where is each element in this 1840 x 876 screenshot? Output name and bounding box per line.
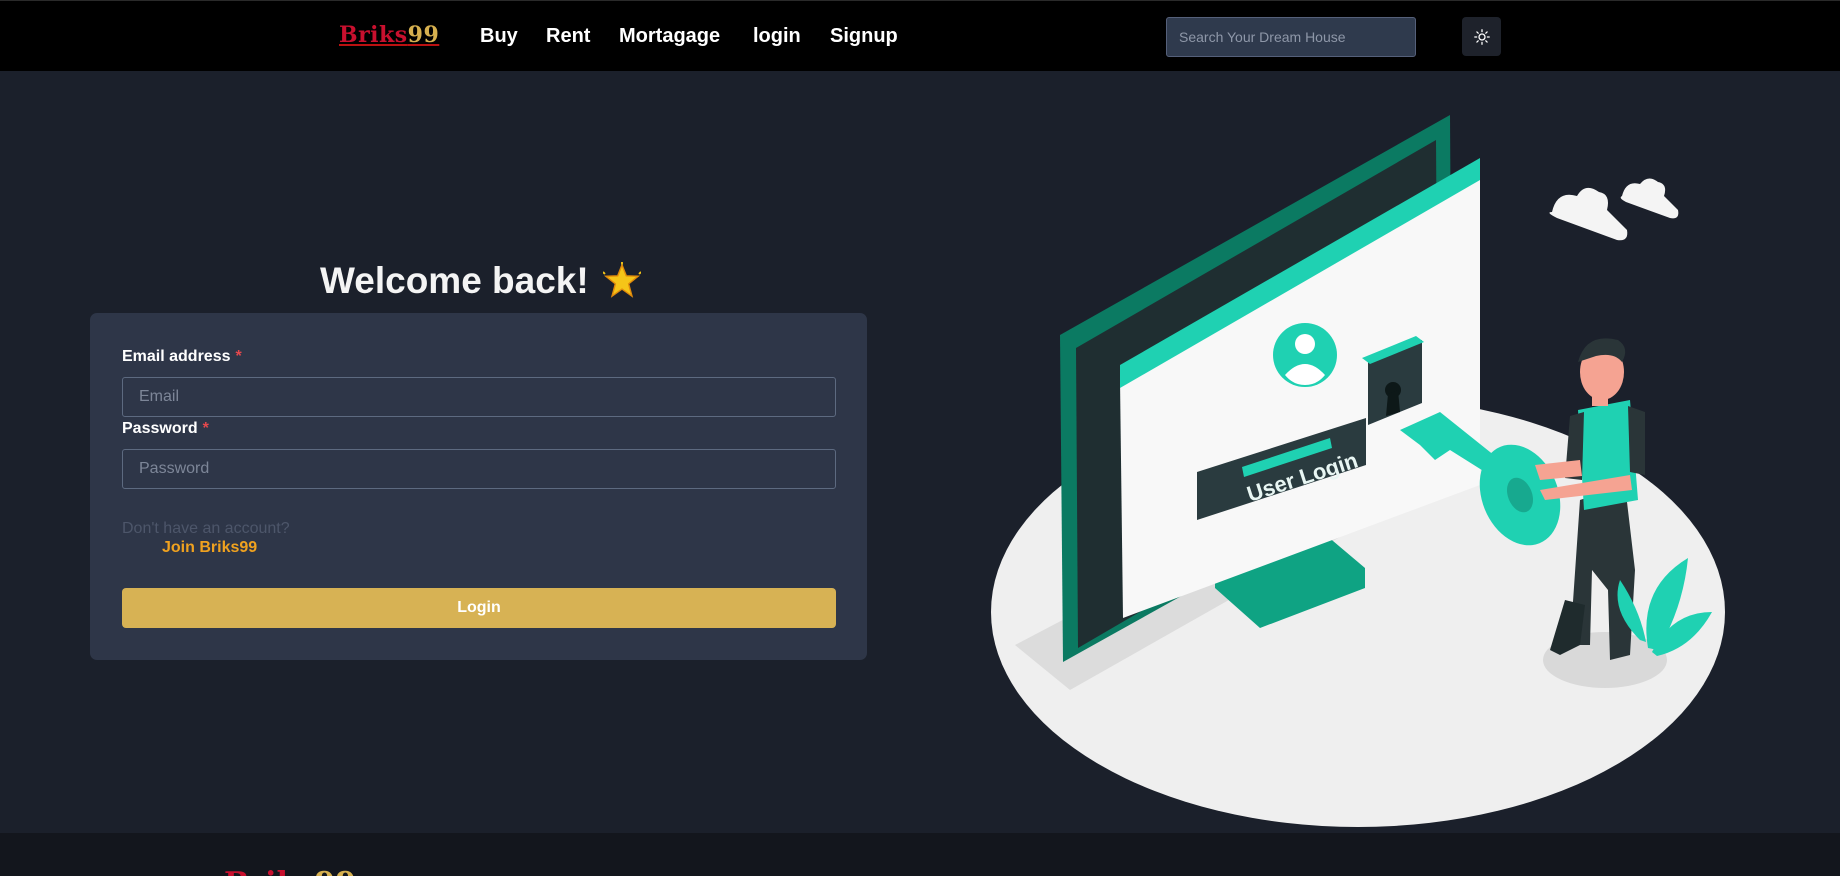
logo-text-gold: 99 xyxy=(407,22,440,48)
join-link[interactable]: Join Briks99 xyxy=(162,539,257,557)
footer: Briks99 xyxy=(0,833,1840,876)
nav-link-mortgage[interactable]: Mortagage xyxy=(619,25,720,48)
login-illustration: User Login xyxy=(991,115,1725,827)
password-field[interactable] xyxy=(122,449,836,489)
logo-text-red: Briks xyxy=(339,22,408,48)
nav-link-login[interactable]: login xyxy=(753,25,801,48)
password-label-text: Password xyxy=(122,420,198,437)
footer-logo[interactable]: Briks99 xyxy=(224,866,356,876)
nav-link-rent[interactable]: Rent xyxy=(546,25,590,48)
brand-logo[interactable]: Briks99 xyxy=(339,22,439,48)
footer-logo-text-gold: 99 xyxy=(314,866,356,876)
cloud-icon xyxy=(1549,178,1679,241)
required-mark: * xyxy=(202,420,209,437)
no-account-text: Don't have an account? xyxy=(122,520,290,537)
sun-icon xyxy=(1473,28,1490,45)
email-label-text: Email address xyxy=(122,348,231,365)
nav-link-signup[interactable]: Signup xyxy=(830,25,898,48)
login-button[interactable]: Login xyxy=(122,588,836,628)
star-icon xyxy=(602,262,641,298)
footer-logo-text-red: Briks xyxy=(224,866,314,876)
navbar: Briks99 Buy Rent Mortagage login Signup xyxy=(0,0,1840,71)
required-mark: * xyxy=(235,348,242,365)
page-title: Welcome back! xyxy=(320,260,641,302)
nav-link-buy[interactable]: Buy xyxy=(480,25,518,48)
page-title-text: Welcome back! xyxy=(320,260,589,301)
email-label: Email address * xyxy=(122,348,242,366)
login-card: Email address* Password* Don't have an a… xyxy=(90,313,867,660)
search-input[interactable] xyxy=(1166,17,1416,57)
email-field[interactable] xyxy=(122,377,836,417)
password-label: Password * xyxy=(122,420,209,438)
user-avatar-icon xyxy=(1273,323,1337,387)
theme-toggle-button[interactable] xyxy=(1462,17,1501,56)
